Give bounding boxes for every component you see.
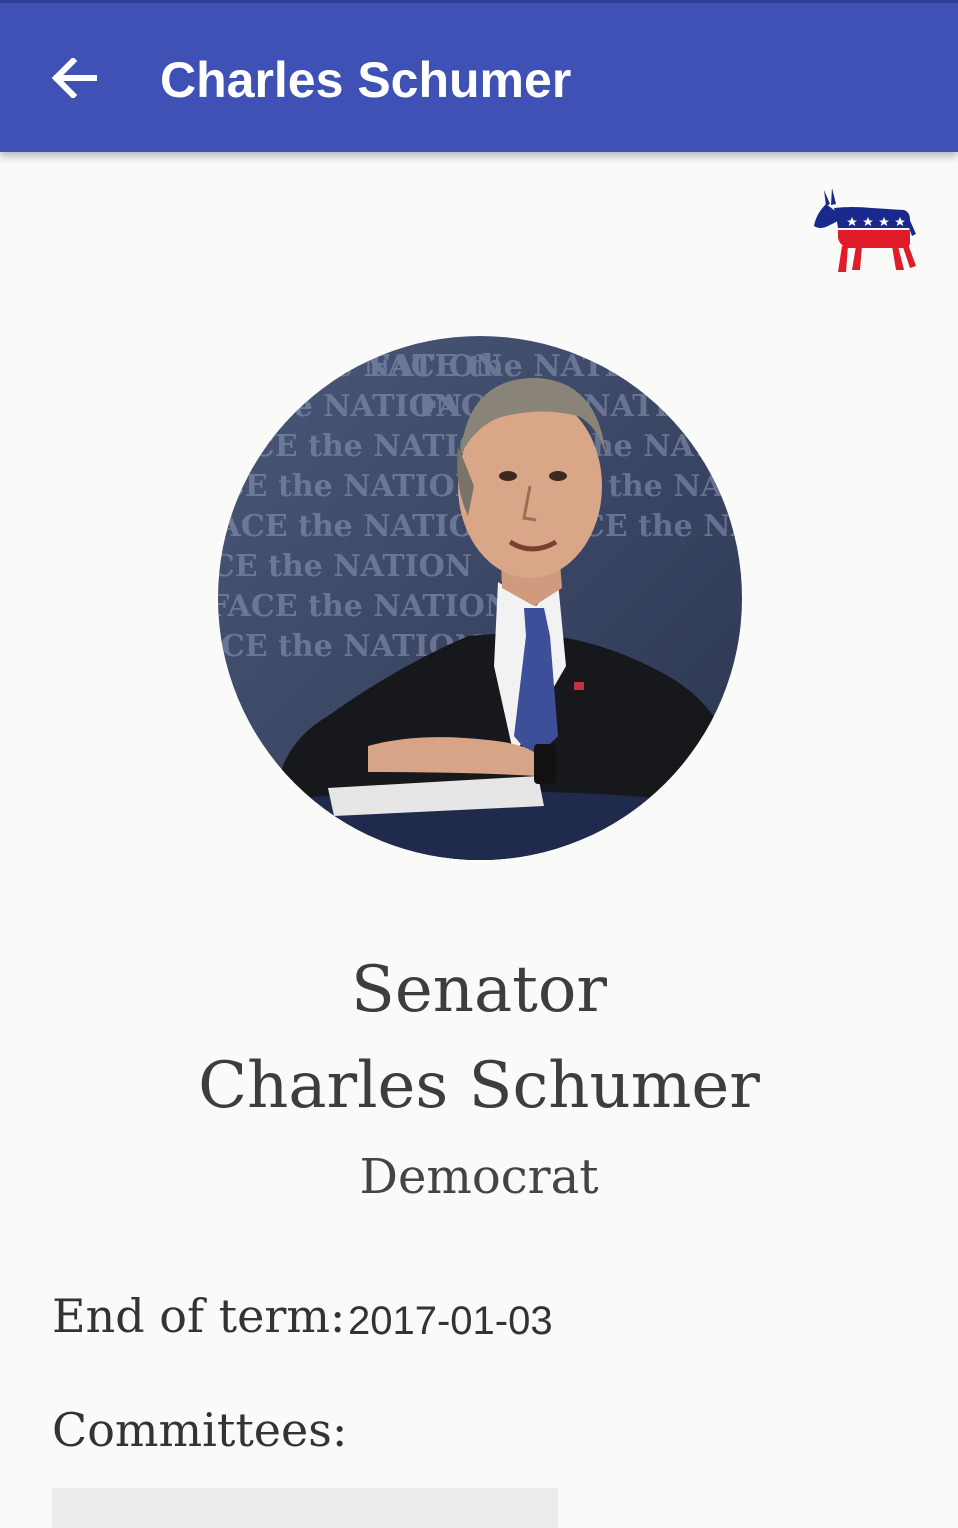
back-button[interactable] bbox=[38, 44, 110, 112]
committees-label: Committees: bbox=[52, 1403, 348, 1457]
senator-portrait-photo: FACE the NATION FACE the NATION FACE the… bbox=[218, 336, 742, 860]
backdrop-text: FACE the NATION bbox=[368, 349, 672, 384]
arrow-back-icon[interactable] bbox=[51, 58, 97, 98]
senator-party: Democrat bbox=[359, 1149, 599, 1205]
backdrop-text: FACE the NATION bbox=[218, 509, 502, 544]
backdrop-text: FACE the NATION bbox=[218, 469, 482, 504]
senator-rank: Senator bbox=[351, 953, 607, 1027]
backdrop-text: FACE the NATION bbox=[218, 549, 472, 584]
app-bar-title: Charles Schumer bbox=[160, 52, 572, 108]
status-bar bbox=[0, 0, 958, 3]
committee-list-item[interactable] bbox=[52, 1488, 558, 1528]
end-of-term-value: 2017-01-03 bbox=[348, 1299, 553, 1343]
senator-portrait: FACE the NATION FACE the NATION FACE the… bbox=[218, 336, 742, 860]
backdrop-text: FACE the NATION bbox=[218, 589, 512, 624]
app-bar: Charles Schumer bbox=[0, 0, 958, 152]
end-of-term-label: End of term: bbox=[52, 1289, 346, 1343]
democratic-donkey-logo bbox=[812, 186, 920, 278]
senator-name: Charles Schumer bbox=[198, 1049, 760, 1123]
